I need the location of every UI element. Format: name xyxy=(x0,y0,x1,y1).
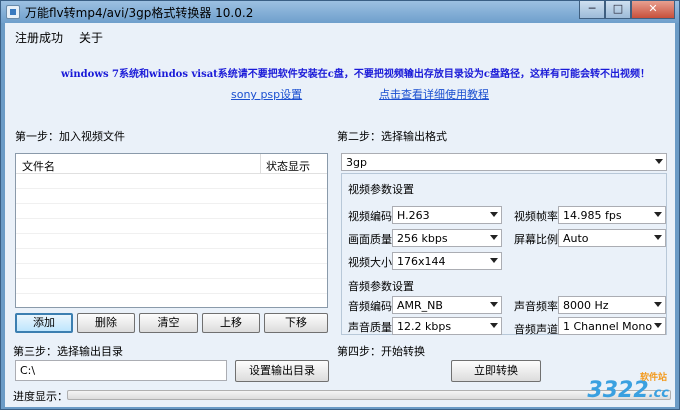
step2-title: 第二步：选择输出格式 xyxy=(337,130,447,143)
audio-codec-label: 音频编码 xyxy=(348,300,392,313)
progress-label: 进度显示： xyxy=(13,390,68,403)
aspect-ratio-select[interactable]: Auto xyxy=(558,229,666,247)
chevron-down-icon xyxy=(654,212,662,217)
video-codec-value: H.263 xyxy=(397,209,430,222)
audio-codec-select[interactable]: AMR_NB xyxy=(392,296,502,314)
audio-channel-value: 1 Channel Mono xyxy=(563,320,653,333)
video-quality-value: 256 kbps xyxy=(397,232,448,245)
video-codec-select[interactable]: H.263 xyxy=(392,206,502,224)
add-button[interactable]: 添加 xyxy=(15,313,73,333)
file-list[interactable]: 文件名 状态显示 xyxy=(15,153,328,308)
video-size-select[interactable]: 176x144 xyxy=(392,252,502,270)
chevron-down-icon xyxy=(490,212,498,217)
output-dir-input[interactable]: C:\ xyxy=(15,360,227,381)
audio-quality-label: 声音质量 xyxy=(348,321,392,334)
step4-title: 第四步：开始转换 xyxy=(337,345,425,358)
video-quality-select[interactable]: 256 kbps xyxy=(392,229,502,247)
video-fps-select[interactable]: 14.985 fps xyxy=(558,206,666,224)
output-format-value: 3gp xyxy=(346,156,367,169)
watermark-suffix: .cc xyxy=(648,386,669,401)
audio-rate-value: 8000 Hz xyxy=(563,299,609,312)
params-panel: 视频参数设置 视频编码 H.263 视频帧率 14.985 fps 画面质量 2… xyxy=(341,173,667,336)
list-row xyxy=(16,204,327,219)
list-row xyxy=(16,189,327,204)
step1-title: 第一步：加入视频文件 xyxy=(15,130,125,143)
audio-channel-select[interactable]: 1 Channel Mono xyxy=(558,317,666,335)
audio-quality-select[interactable]: 12.2 kbps xyxy=(392,317,502,335)
video-quality-label: 画面质量 xyxy=(348,233,392,246)
file-list-header: 文件名 状态显示 xyxy=(16,154,327,174)
chevron-down-icon xyxy=(490,258,498,263)
move-up-button[interactable]: 上移 xyxy=(202,313,260,333)
menu-register[interactable]: 注册成功 xyxy=(15,29,63,46)
watermark-tag: 软件站 xyxy=(639,373,667,383)
close-button[interactable]: ✕ xyxy=(631,1,675,19)
minimize-button[interactable]: ─ xyxy=(579,1,605,19)
aspect-ratio-label: 屏幕比例 xyxy=(514,233,558,246)
menu-about[interactable]: 关于 xyxy=(79,29,103,46)
video-size-label: 视频大小 xyxy=(348,256,392,269)
chevron-down-icon xyxy=(490,235,498,240)
help-tutorial-link[interactable]: 点击查看详细使用教程 xyxy=(379,86,489,102)
video-size-value: 176x144 xyxy=(397,255,446,268)
chevron-down-icon xyxy=(654,302,662,307)
audio-rate-label: 声音频率 xyxy=(514,300,558,313)
column-status[interactable]: 状态显示 xyxy=(266,158,310,174)
audio-quality-value: 12.2 kbps xyxy=(397,320,452,333)
list-row xyxy=(16,234,327,249)
audio-params-title: 音频参数设置 xyxy=(348,280,414,293)
list-row xyxy=(16,249,327,264)
move-down-button[interactable]: 下移 xyxy=(264,313,328,333)
start-convert-button[interactable]: 立即转换 xyxy=(451,360,541,382)
clear-button[interactable]: 清空 xyxy=(139,313,198,333)
column-divider xyxy=(260,154,261,174)
set-output-dir-button[interactable]: 设置输出目录 xyxy=(235,360,329,382)
video-fps-label: 视频帧率 xyxy=(514,210,558,223)
client-area: 注册成功 关于 windows 7系统和windos visat系统请不要把软件… xyxy=(5,23,675,407)
output-format-select[interactable]: 3gp xyxy=(341,153,667,171)
audio-codec-value: AMR_NB xyxy=(397,299,443,312)
aspect-ratio-value: Auto xyxy=(563,232,589,245)
progress-bar xyxy=(67,390,671,400)
list-row xyxy=(16,174,327,189)
chevron-down-icon xyxy=(654,323,662,328)
window-controls: ─ □ ✕ xyxy=(579,1,675,20)
chevron-down-icon xyxy=(655,159,663,164)
sony-psp-link[interactable]: sony psp设置 xyxy=(231,86,302,102)
video-params-title: 视频参数设置 xyxy=(348,183,414,196)
maximize-button[interactable]: □ xyxy=(605,1,631,19)
video-fps-value: 14.985 fps xyxy=(563,209,622,222)
title-bar[interactable]: 万能flv转mp4/avi/3gp格式转换器 10.0.2 ─ □ ✕ xyxy=(1,1,679,23)
site-watermark: 3322.cc 软件站 xyxy=(587,373,669,403)
list-row xyxy=(16,264,327,279)
menu-bar: 注册成功 关于 xyxy=(5,23,675,49)
delete-button[interactable]: 删除 xyxy=(77,313,135,333)
list-row xyxy=(16,219,327,234)
column-filename[interactable]: 文件名 xyxy=(22,158,55,174)
audio-channel-label: 音频声道 xyxy=(514,323,558,336)
app-icon xyxy=(6,5,20,19)
warning-notice: windows 7系统和windos visat系统请不要把软件安装在c盘，不要… xyxy=(61,69,650,80)
chevron-down-icon xyxy=(490,323,498,328)
step3-title: 第三步：选择输出目录 xyxy=(13,345,123,358)
chevron-down-icon xyxy=(490,302,498,307)
app-window: 万能flv转mp4/avi/3gp格式转换器 10.0.2 ─ □ ✕ 注册成功… xyxy=(0,0,680,410)
list-row xyxy=(16,279,327,294)
video-codec-label: 视频编码 xyxy=(348,210,392,223)
window-title: 万能flv转mp4/avi/3gp格式转换器 10.0.2 xyxy=(25,6,254,20)
chevron-down-icon xyxy=(654,235,662,240)
audio-rate-select[interactable]: 8000 Hz xyxy=(558,296,666,314)
